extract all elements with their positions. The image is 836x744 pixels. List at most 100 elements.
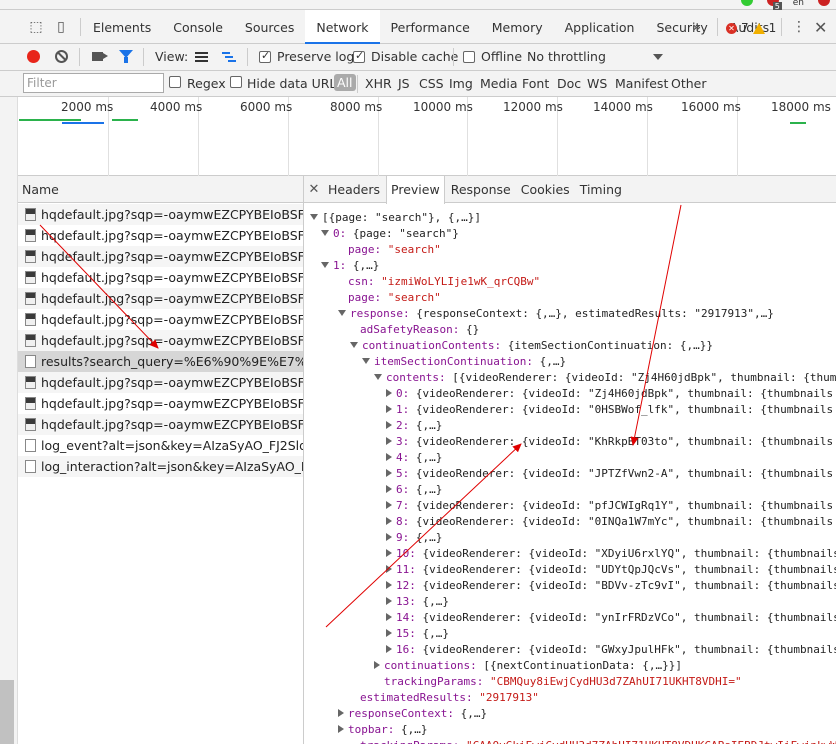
tab-cookies[interactable]: Cookies bbox=[517, 176, 574, 202]
waterfall-view-icon[interactable] bbox=[222, 52, 236, 63]
tree-node[interactable]: 8: {videoRenderer: {videoId: "0INQa1W7mY… bbox=[386, 514, 833, 530]
request-row-selected[interactable]: results?search_query=%E6%90%9E%E7%AC%9..… bbox=[18, 351, 303, 372]
collapsed-triangle-icon[interactable] bbox=[386, 389, 392, 397]
request-row[interactable]: hqdefault.jpg?sqp=-oaymwEZCPYBEIoBSFXyq4… bbox=[18, 309, 303, 330]
request-row[interactable]: hqdefault.jpg?sqp=-oaymwEZCPYBEIoBSFXyq4… bbox=[18, 414, 303, 435]
filter-input[interactable] bbox=[23, 73, 164, 93]
tree-node[interactable]: continuations: [{nextContinuationData: {… bbox=[374, 658, 682, 674]
expanded-triangle-icon[interactable] bbox=[310, 214, 318, 220]
inspect-element-icon[interactable]: ⬚ bbox=[28, 19, 44, 35]
filter-icon[interactable] bbox=[119, 50, 133, 63]
name-column-header[interactable]: Name bbox=[18, 176, 303, 203]
tree-node[interactable]: response: {responseContext: {,…}, estima… bbox=[338, 306, 774, 322]
collapsed-triangle-icon[interactable] bbox=[338, 709, 344, 717]
regex-checkbox[interactable] bbox=[169, 76, 181, 88]
device-toolbar-icon[interactable]: ▯ bbox=[53, 19, 69, 35]
filter-type-img[interactable]: Img bbox=[449, 76, 473, 91]
tree-node[interactable]: 14: {videoRenderer: {videoId: "ynIrFRDzV… bbox=[386, 610, 836, 626]
expanded-triangle-icon[interactable] bbox=[362, 358, 370, 364]
filter-type-xhr[interactable]: XHR bbox=[365, 76, 392, 91]
request-row[interactable]: hqdefault.jpg?sqp=-oaymwEZCPYBEIoBSFXyq4… bbox=[18, 288, 303, 309]
collapsed-triangle-icon[interactable] bbox=[386, 581, 392, 589]
collapsed-triangle-icon[interactable] bbox=[338, 725, 344, 733]
stop-extension-icon[interactable] bbox=[818, 0, 830, 6]
throttling-select[interactable]: No throttling bbox=[527, 49, 606, 64]
expanded-triangle-icon[interactable] bbox=[321, 230, 329, 236]
filter-type-font[interactable]: Font bbox=[522, 76, 549, 91]
language-icon[interactable]: en bbox=[793, 0, 804, 8]
request-row[interactable]: log_interaction?alt=json&key=AIzaSyAO_FJ… bbox=[18, 456, 303, 477]
large-rows-icon[interactable] bbox=[195, 52, 208, 62]
request-row[interactable]: hqdefault.jpg?sqp=-oaymwEZCPYBEIoBSFXyq4… bbox=[18, 393, 303, 414]
tree-node[interactable]: responseContext: {,…} bbox=[338, 706, 487, 722]
tree-node[interactable]: 15: {,…} bbox=[386, 626, 449, 642]
collapsed-triangle-icon[interactable] bbox=[386, 453, 392, 461]
collapsed-triangle-icon[interactable] bbox=[386, 469, 392, 477]
close-devtools-icon[interactable]: ✕ bbox=[814, 18, 827, 37]
request-row[interactable]: log_event?alt=json&key=AIzaSyAO_FJ2SlqU8… bbox=[18, 435, 303, 456]
collapsed-triangle-icon[interactable] bbox=[386, 549, 392, 557]
filter-type-other[interactable]: Other bbox=[671, 76, 707, 91]
request-row[interactable]: hqdefault.jpg?sqp=-oaymwEZCPYBEIoBSFXyq4… bbox=[18, 330, 303, 351]
collapsed-triangle-icon[interactable] bbox=[386, 565, 392, 573]
expanded-triangle-icon[interactable] bbox=[321, 262, 329, 268]
red-extension-icon[interactable]: 5 bbox=[766, 0, 782, 11]
clear-button[interactable] bbox=[55, 50, 68, 63]
network-overview[interactable]: 2000 ms 4000 ms 6000 ms 8000 ms 10000 ms… bbox=[18, 97, 836, 176]
collapsed-triangle-icon[interactable] bbox=[386, 533, 392, 541]
tree-node[interactable]: topbar: {,…} bbox=[338, 722, 427, 738]
tree-node[interactable]: 1: {videoRenderer: {videoId: "0HSBWof_lf… bbox=[386, 402, 833, 418]
green-extension-icon[interactable] bbox=[740, 0, 753, 6]
offline-checkbox[interactable] bbox=[463, 51, 475, 63]
tree-node[interactable]: continuationContents: {itemSectionContin… bbox=[350, 338, 713, 354]
collapsed-triangle-icon[interactable] bbox=[386, 517, 392, 525]
tree-node[interactable]: 3: {videoRenderer: {videoId: "KhRkpBT03t… bbox=[386, 434, 833, 450]
tree-node[interactable]: 7: {videoRenderer: {videoId: "pfJCWIgRq1… bbox=[386, 498, 833, 514]
tree-node[interactable]: 2: {,…} bbox=[386, 418, 442, 434]
tree-node[interactable]: 9: {,…} bbox=[386, 530, 442, 546]
tree-node[interactable]: 0: {videoRenderer: {videoId: "Zj4H60jdBp… bbox=[386, 386, 833, 402]
expanded-triangle-icon[interactable] bbox=[374, 374, 382, 380]
tab-application[interactable]: Application bbox=[554, 10, 646, 44]
chevron-down-icon[interactable] bbox=[653, 54, 663, 60]
request-row[interactable]: hqdefault.jpg?sqp=-oaymwEZCPYBEIoBSFXyq4… bbox=[18, 372, 303, 393]
filter-type-doc[interactable]: Doc bbox=[557, 76, 581, 91]
expanded-triangle-icon[interactable] bbox=[350, 342, 358, 348]
filter-type-all[interactable]: All bbox=[334, 74, 356, 91]
tree-node[interactable]: 11: {videoRenderer: {videoId: "UDYtQpJQc… bbox=[386, 562, 836, 578]
filter-type-manifest[interactable]: Manifest bbox=[615, 76, 668, 91]
collapsed-triangle-icon[interactable] bbox=[386, 501, 392, 509]
tab-elements[interactable]: Elements bbox=[82, 10, 162, 44]
collapsed-triangle-icon[interactable] bbox=[386, 437, 392, 445]
request-row[interactable]: hqdefault.jpg?sqp=-oaymwEZCPYBEIoBSFXyq4… bbox=[18, 267, 303, 288]
request-row[interactable]: hqdefault.jpg?sqp=-oaymwEZCPYBEIoBSFXyq4… bbox=[18, 204, 303, 225]
error-warning-counter[interactable]: ✕ 7 1 bbox=[726, 21, 776, 35]
tab-response[interactable]: Response bbox=[447, 176, 515, 202]
capture-screenshots-icon[interactable] bbox=[92, 52, 108, 61]
tab-timing[interactable]: Timing bbox=[576, 176, 626, 202]
preserve-log-checkbox[interactable] bbox=[259, 49, 271, 63]
filter-type-media[interactable]: Media bbox=[480, 76, 518, 91]
scrollbar-thumb[interactable] bbox=[0, 680, 14, 744]
collapsed-triangle-icon[interactable] bbox=[386, 597, 392, 605]
collapsed-triangle-icon[interactable] bbox=[386, 629, 392, 637]
tab-console[interactable]: Console bbox=[162, 10, 234, 44]
request-row[interactable]: hqdefault.jpg?sqp=-oaymwEZCPYBEIoBSFXyq4… bbox=[18, 246, 303, 267]
tree-node[interactable]: 5: {videoRenderer: {videoId: "JPTZfVwn2-… bbox=[386, 466, 833, 482]
disable-cache-checkbox[interactable] bbox=[353, 49, 365, 63]
request-row[interactable]: hqdefault.jpg?sqp=-oaymwEZCPYBEIoBSFXyq4… bbox=[18, 225, 303, 246]
more-tabs-button[interactable]: » bbox=[692, 18, 701, 36]
collapsed-triangle-icon[interactable] bbox=[374, 661, 380, 669]
tree-node[interactable]: 12: {videoRenderer: {videoId: "BDVv-zTc9… bbox=[386, 578, 836, 594]
expanded-triangle-icon[interactable] bbox=[338, 310, 346, 316]
collapsed-triangle-icon[interactable] bbox=[386, 485, 392, 493]
tree-node[interactable]: 10: {videoRenderer: {videoId: "XDyiU6rxl… bbox=[386, 546, 836, 562]
collapsed-triangle-icon[interactable] bbox=[386, 421, 392, 429]
tab-network[interactable]: Network bbox=[305, 10, 380, 44]
close-detail-icon[interactable]: ✕ bbox=[304, 176, 324, 202]
filter-type-js[interactable]: JS bbox=[398, 76, 410, 91]
filter-type-ws[interactable]: WS bbox=[587, 76, 607, 91]
tab-preview[interactable]: Preview bbox=[386, 176, 445, 204]
tree-node[interactable]: 6: {,…} bbox=[386, 482, 442, 498]
tree-node[interactable]: 1: {,…} bbox=[321, 258, 379, 274]
